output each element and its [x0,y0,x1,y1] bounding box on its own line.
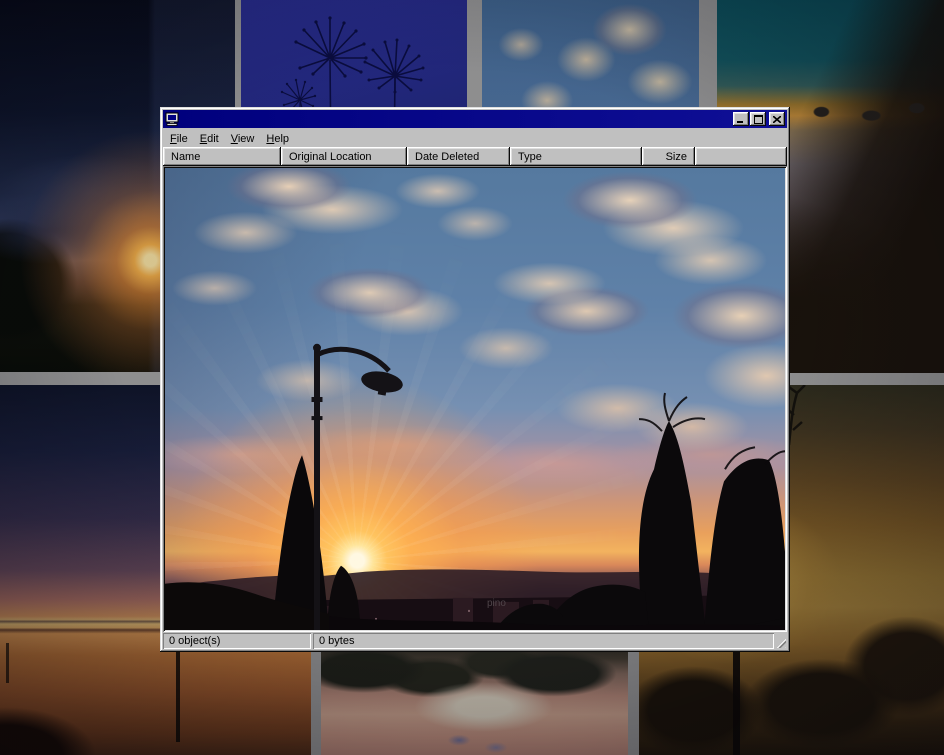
column-header-filler [695,147,787,166]
computer-icon [165,112,180,126]
minimize-button[interactable] [733,112,749,126]
photo-watermark: pino [487,598,506,609]
maximize-icon [754,115,763,124]
status-object-count: 0 object(s) [163,633,311,649]
lake-pole-silhouette [176,647,180,742]
column-header-size[interactable]: Size [642,147,695,166]
menu-bar: File Edit View Help [163,128,787,147]
lake-pole-silhouette [6,643,9,683]
column-header-date-deleted[interactable]: Date Deleted [407,147,510,166]
wallpaper-sunset-lamp-photo: pino [165,168,785,630]
column-headers: Name Original Location Date Deleted Type… [163,147,787,166]
window-titlebar[interactable] [163,110,787,128]
column-header-original-location[interactable]: Original Location [281,147,407,166]
menu-edit[interactable]: Edit [194,131,225,147]
photo-silhouettes: pino [165,168,785,630]
status-bar: 0 object(s) 0 bytes [163,633,787,649]
close-button[interactable] [769,112,785,126]
resize-grip[interactable] [774,633,787,649]
minimize-icon [737,116,745,123]
recycle-bin-window: File Edit View Help Name Original Locati… [160,107,790,652]
close-icon [773,116,781,123]
status-byte-count: 0 bytes [313,633,774,649]
menu-view[interactable]: View [225,131,261,147]
menu-help[interactable]: Help [260,131,295,147]
column-header-type[interactable]: Type [510,147,642,166]
column-header-name[interactable]: Name [163,147,281,166]
menu-file[interactable]: File [164,131,194,147]
maximize-button[interactable] [750,112,766,126]
file-list-viewport[interactable]: pino [163,166,787,632]
